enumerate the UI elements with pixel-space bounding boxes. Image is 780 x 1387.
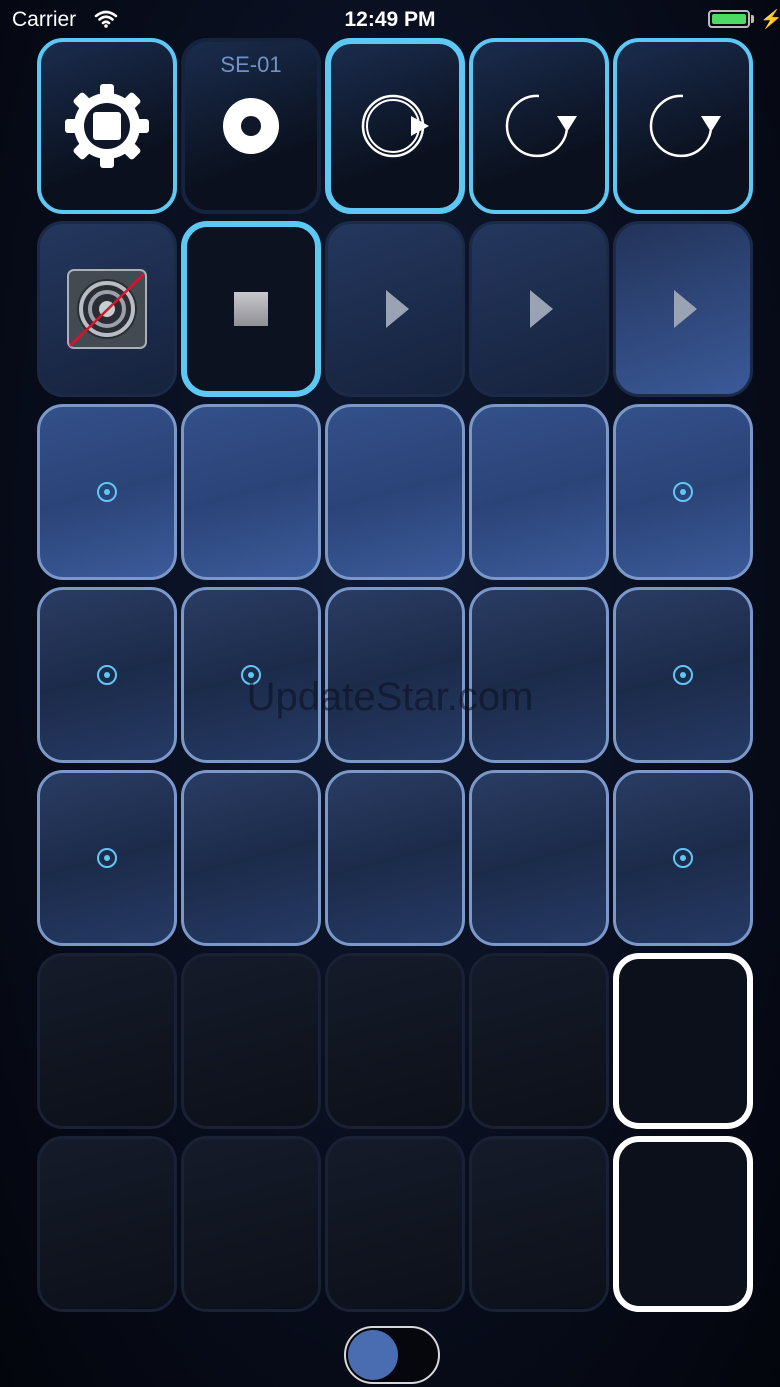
empty-pad-highlighted[interactable] <box>613 1136 753 1312</box>
record-label: SE-01 <box>220 52 282 77</box>
scene-play-button-2[interactable] <box>469 221 609 397</box>
play-icon <box>529 290 553 328</box>
loop-icon <box>649 94 721 158</box>
play-icon <box>385 290 409 328</box>
clip-pad[interactable] <box>181 404 321 580</box>
loop-play-button[interactable] <box>325 38 465 214</box>
record-icon <box>223 98 279 154</box>
clip-pad[interactable] <box>37 404 177 580</box>
empty-pad[interactable] <box>325 1136 465 1312</box>
clip-loaded-icon <box>97 482 117 502</box>
toggle-knob[interactable] <box>348 1330 398 1380</box>
mode-toggle[interactable] <box>344 1326 440 1384</box>
loop-icon <box>505 94 577 158</box>
stop-all-button[interactable] <box>37 38 177 214</box>
clip-pad[interactable] <box>325 404 465 580</box>
clip-loaded-icon <box>673 482 693 502</box>
play-icon <box>673 290 697 328</box>
status-time: 12:49 PM <box>344 8 436 31</box>
empty-pad[interactable] <box>325 953 465 1129</box>
battery-nub <box>751 15 754 23</box>
record-button[interactable]: SE-01 <box>181 38 321 214</box>
clip-loaded-icon <box>673 848 693 868</box>
scene-play-button-1[interactable] <box>325 221 465 397</box>
empty-pad[interactable] <box>37 1136 177 1312</box>
battery-icon <box>708 10 750 28</box>
clip-loaded-icon <box>97 848 117 868</box>
empty-pad[interactable] <box>181 953 321 1129</box>
launch-pad-grid: SE-01 <box>37 38 753 1312</box>
speaker-muted-icon <box>67 269 147 349</box>
stop-button[interactable] <box>181 221 321 397</box>
clip-loaded-icon <box>673 665 693 685</box>
clip-pad[interactable] <box>181 587 321 763</box>
empty-pad-highlighted[interactable] <box>613 953 753 1129</box>
empty-pad[interactable] <box>37 953 177 1129</box>
clip-pad[interactable] <box>613 587 753 763</box>
mute-button[interactable] <box>37 221 177 397</box>
loop-play-icon <box>361 94 429 158</box>
clip-pad[interactable] <box>325 587 465 763</box>
clip-pad[interactable] <box>613 770 753 946</box>
loop-button-1[interactable] <box>469 38 609 214</box>
empty-pad[interactable] <box>469 953 609 1129</box>
clip-pad[interactable] <box>325 770 465 946</box>
status-bar: Carrier 12:49 PM ⚡ <box>0 0 780 40</box>
clip-loaded-icon <box>241 665 261 685</box>
clip-pad[interactable] <box>613 404 753 580</box>
empty-pad[interactable] <box>181 1136 321 1312</box>
scene-play-button-3[interactable] <box>613 221 753 397</box>
clip-pad[interactable] <box>469 770 609 946</box>
clip-pad[interactable] <box>469 587 609 763</box>
clip-pad[interactable] <box>469 404 609 580</box>
clip-loaded-icon <box>97 665 117 685</box>
clip-pad[interactable] <box>37 587 177 763</box>
charging-icon: ⚡ <box>760 9 780 29</box>
empty-pad[interactable] <box>469 1136 609 1312</box>
battery-fill <box>712 14 746 24</box>
stop-icon <box>234 292 268 326</box>
gear-stop-icon <box>65 84 149 168</box>
clip-pad[interactable] <box>37 770 177 946</box>
loop-button-2[interactable] <box>613 38 753 214</box>
clip-pad[interactable] <box>181 770 321 946</box>
